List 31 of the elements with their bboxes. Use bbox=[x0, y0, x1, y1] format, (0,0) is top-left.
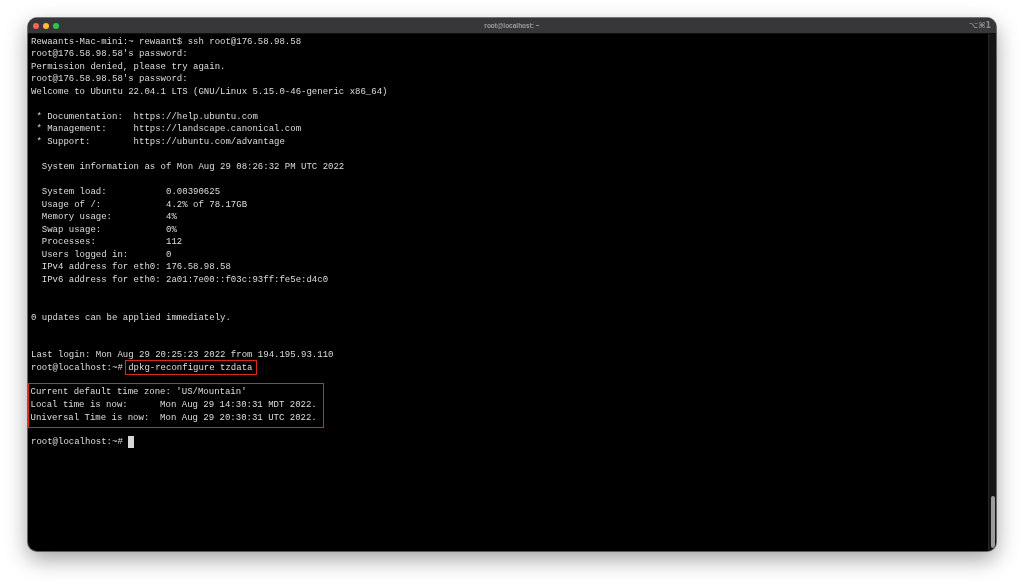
output-line: Current default time zone: 'US/Mountain' bbox=[30, 386, 248, 399]
prompt-text: root@localhost:~# bbox=[31, 362, 123, 373]
highlighted-command: dpkg-reconfigure tzdata bbox=[125, 360, 258, 376]
output-line: IPv4 address for eth0: 176.58.98.58 bbox=[40, 261, 232, 274]
output-line: System load: 0.00390625 bbox=[40, 186, 222, 199]
output-line: Permission denied, please try again. bbox=[31, 60, 227, 74]
scrollbar-thumb[interactable] bbox=[990, 496, 995, 548]
close-button[interactable] bbox=[33, 22, 39, 29]
output-line: Usage of /: 4.2% of 78.17GB bbox=[40, 198, 249, 212]
minimize-button[interactable] bbox=[43, 22, 49, 29]
output-line: Users logged in: 0 bbox=[40, 248, 173, 262]
output-line: IPv6 address for eth0: 2a01:7e00::f03c:93ff:fe5e:d4c0 bbox=[40, 274, 330, 287]
output-line: * Documentation: https://help.ubuntu.com bbox=[35, 110, 259, 124]
output-line: Processes: 112 bbox=[40, 236, 184, 249]
output-line: root@176.58.98.58's password: bbox=[31, 48, 189, 61]
output-line: root@176.58.98.58's password: bbox=[31, 73, 189, 86]
keyboard-shortcut: ⌥⌘1 bbox=[968, 21, 991, 30]
output-line: Universal Time is now: Mon Aug 29 20:30:31 UTC 2022. bbox=[30, 411, 317, 425]
zoom-button[interactable] bbox=[53, 22, 59, 29]
output-line: * Management: https://landscape.canonical.com bbox=[35, 123, 303, 136]
output-line: Welcome to Ubuntu 22.04.1 LTS (GNU/Linux 5.15.0-46-generic x86_64) bbox=[31, 85, 389, 99]
prompt-text: root@localhost:~# bbox=[31, 437, 123, 448]
output-line: 0 updates can be applied immediately. bbox=[31, 311, 232, 325]
output-line: System information as of Mon Aug 29 08:26:32 PM UTC 2022 bbox=[40, 161, 346, 174]
output-line: Last login: Mon Aug 29 20:25:23 2022 from 194.195.93.110 bbox=[31, 349, 335, 362]
output-line: Swap usage: 0% bbox=[40, 223, 178, 237]
output-line: Memory usage: 4% bbox=[40, 211, 178, 224]
command-text: ssh root@176.58.98.58 bbox=[187, 36, 302, 47]
prompt-text: Rewaants-Mac-mini:~ rewaant$ bbox=[31, 36, 183, 47]
output-line: Local time is now: Mon Aug 29 14:30:31 MDT 2022. bbox=[30, 398, 317, 412]
output-line: * Support: https://ubuntu.com/advantage bbox=[35, 135, 286, 149]
